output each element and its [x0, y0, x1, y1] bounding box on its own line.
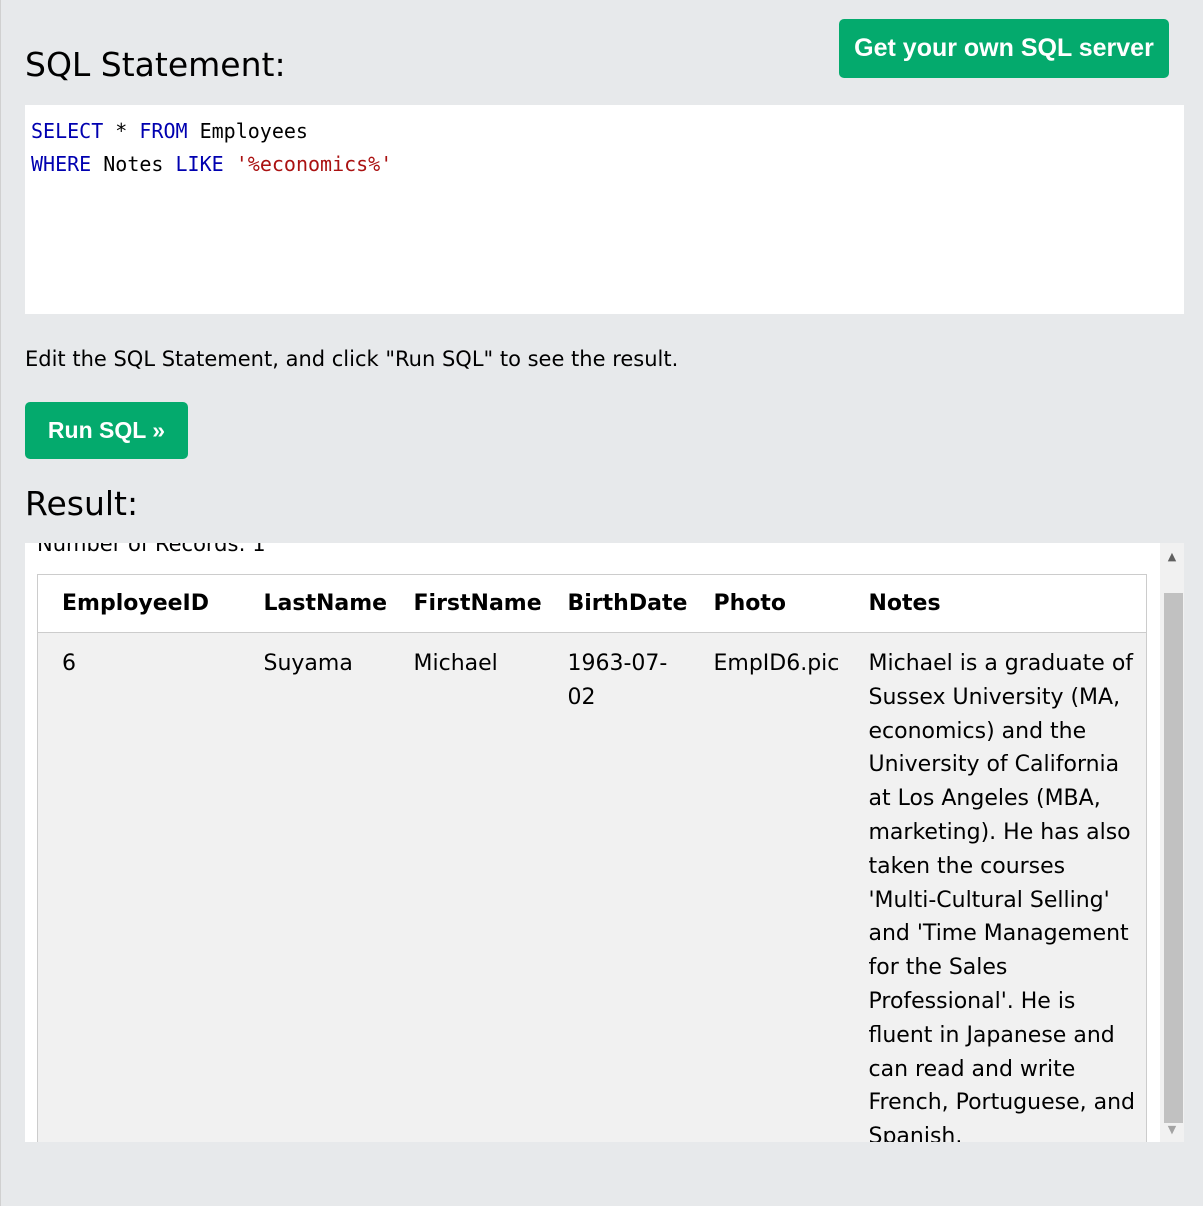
keyword-from: FROM [139, 119, 188, 143]
column-header-photo: Photo [689, 574, 845, 633]
code-column-name: Notes [91, 152, 176, 176]
sql-statement-heading: SQL Statement: [25, 45, 286, 84]
code-string-literal: '%economics%' [235, 152, 393, 176]
cell-lastname: Suyama [239, 632, 390, 1142]
cell-firstname: Michael [389, 632, 544, 1142]
instruction-text: Edit the SQL Statement, and click "Run S… [25, 347, 679, 371]
record-count: Number of Records: 1 [37, 543, 266, 556]
table-header-row: EmployeeID LastName FirstName BirthDate … [37, 574, 1147, 633]
result-table: EmployeeID LastName FirstName BirthDate … [37, 574, 1147, 1142]
result-panel[interactable]: Number of Records: 1 EmployeeID LastName… [25, 543, 1184, 1142]
cell-notes: Michael is a graduate of Sussex Universi… [844, 632, 1147, 1142]
scrollbar-thumb[interactable] [1164, 593, 1183, 1123]
run-sql-button[interactable]: Run SQL » [25, 402, 188, 459]
result-heading: Result: [25, 484, 139, 523]
scroll-down-arrow-icon[interactable]: ▼ [1160, 1120, 1184, 1138]
cell-birthdate: 1963-07-02 [543, 632, 690, 1142]
sql-code-editor[interactable]: SELECT * FROM Employees WHERE Notes LIKE… [25, 105, 1184, 314]
keyword-select: SELECT [31, 119, 104, 143]
cell-employeeid: 6 [37, 632, 240, 1142]
keyword-where: WHERE [31, 152, 92, 176]
scroll-up-arrow-icon[interactable]: ▲ [1160, 547, 1184, 565]
code-table-name: Employees [187, 119, 308, 143]
cell-photo: EmpID6.pic [689, 632, 845, 1142]
column-header-employeeid: EmployeeID [37, 574, 240, 633]
code-operator: * [103, 119, 140, 143]
get-sql-server-button[interactable]: Get your own SQL server [839, 19, 1169, 78]
column-header-lastname: LastName [239, 574, 390, 633]
table-row: 6 Suyama Michael 1963-07-02 EmpID6.pic M… [37, 632, 1147, 1142]
keyword-like: LIKE [175, 152, 224, 176]
column-header-notes: Notes [844, 574, 1147, 633]
column-header-birthdate: BirthDate [543, 574, 690, 633]
column-header-firstname: FirstName [389, 574, 544, 633]
result-scrollbar[interactable]: ▲ ▼ [1160, 543, 1184, 1142]
